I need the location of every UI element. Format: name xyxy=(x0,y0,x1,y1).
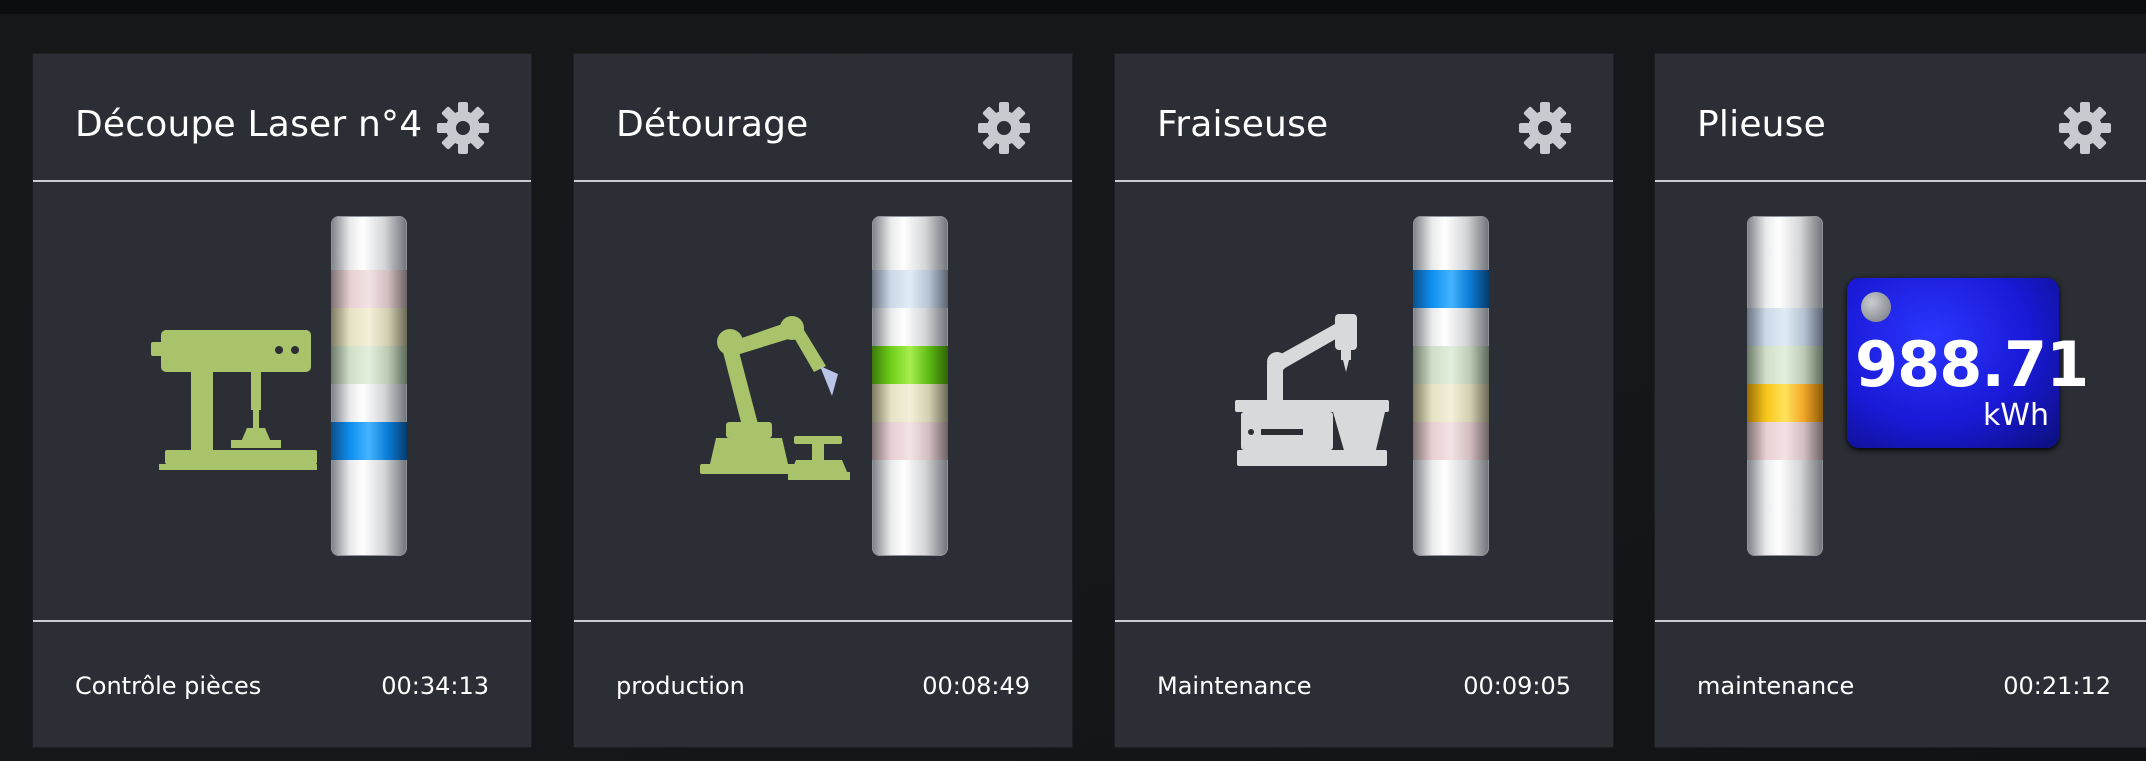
signal-tower xyxy=(872,216,948,556)
card-body: 988.71 kWh xyxy=(1655,182,2146,622)
gear-icon[interactable] xyxy=(435,100,491,156)
energy-value: 988.71 xyxy=(1855,328,2089,401)
tower-light-yellow xyxy=(331,308,407,346)
tower-light-green xyxy=(872,346,948,384)
gear-icon[interactable] xyxy=(1517,100,1573,156)
tower-light-blue xyxy=(331,422,407,460)
tower-light-red xyxy=(872,422,948,460)
card-header: Découpe Laser n°4 xyxy=(33,54,531,182)
machine-title: Découpe Laser n°4 xyxy=(75,104,423,145)
status-label: maintenance xyxy=(1697,672,1855,700)
tower-light-red xyxy=(331,270,407,308)
status-timer: 00:21:12 xyxy=(2003,672,2111,700)
energy-unit: kWh xyxy=(1982,398,2049,433)
card-body xyxy=(1115,182,1613,622)
gear-icon[interactable] xyxy=(976,100,1032,156)
top-band xyxy=(0,0,2146,14)
card-footer: production 00:08:49 xyxy=(574,620,1072,749)
machine-title: Fraiseuse xyxy=(1157,104,1329,145)
card-header: Plieuse xyxy=(1655,54,2146,182)
tower-light-blue xyxy=(872,270,948,308)
card-footer: maintenance 00:21:12 xyxy=(1655,620,2146,749)
tower-light-red xyxy=(1413,422,1489,460)
machine-title: Plieuse xyxy=(1697,104,1826,145)
energy-status-dot xyxy=(1861,292,1891,322)
status-label: Contrôle pièces xyxy=(75,672,262,700)
tower-light-green xyxy=(1413,346,1489,384)
status-label: Maintenance xyxy=(1157,672,1312,700)
machine-card-fraiseuse[interactable]: Fraiseuse Maintenance 00:09:05 xyxy=(1115,54,1613,747)
dashboard: Découpe Laser n°4 Contrôle pièces 00:34:… xyxy=(0,0,2146,761)
machine-title: Détourage xyxy=(616,104,809,145)
card-footer: Maintenance 00:09:05 xyxy=(1115,620,1613,749)
tower-light-blue xyxy=(1747,308,1823,346)
signal-tower xyxy=(1747,216,1823,556)
robot-arm-icon xyxy=(700,316,850,480)
energy-counter: 988.71 kWh xyxy=(1847,278,2089,448)
tower-light-yellow xyxy=(1747,384,1823,422)
card-footer: Contrôle pièces 00:34:13 xyxy=(33,620,531,749)
card-header: Fraiseuse xyxy=(1115,54,1613,182)
card-body xyxy=(33,182,531,622)
status-timer: 00:09:05 xyxy=(1463,672,1571,700)
status-label: production xyxy=(616,672,745,700)
machine-card-plieuse[interactable]: Plieuse 988.71 kWh maintenance 00:21:12 xyxy=(1655,54,2146,747)
drill-press-icon xyxy=(151,330,317,470)
tower-light-green xyxy=(331,346,407,384)
status-timer: 00:08:49 xyxy=(922,672,1030,700)
tower-light-green xyxy=(1747,346,1823,384)
status-timer: 00:34:13 xyxy=(381,672,489,700)
tower-light-yellow xyxy=(1413,384,1489,422)
machine-card-detourage[interactable]: Détourage production 00:08:49 xyxy=(574,54,1072,747)
card-header: Détourage xyxy=(574,54,1072,182)
signal-tower xyxy=(1413,216,1489,556)
gear-icon[interactable] xyxy=(2057,100,2113,156)
card-body xyxy=(574,182,1072,622)
milling-machine-icon xyxy=(1235,314,1389,466)
tower-light-blue xyxy=(1413,270,1489,308)
tower-light-red xyxy=(1747,422,1823,460)
tower-light-yellow xyxy=(872,384,948,422)
signal-tower xyxy=(331,216,407,556)
machine-card-decoupe-laser[interactable]: Découpe Laser n°4 Contrôle pièces 00:34:… xyxy=(33,54,531,747)
